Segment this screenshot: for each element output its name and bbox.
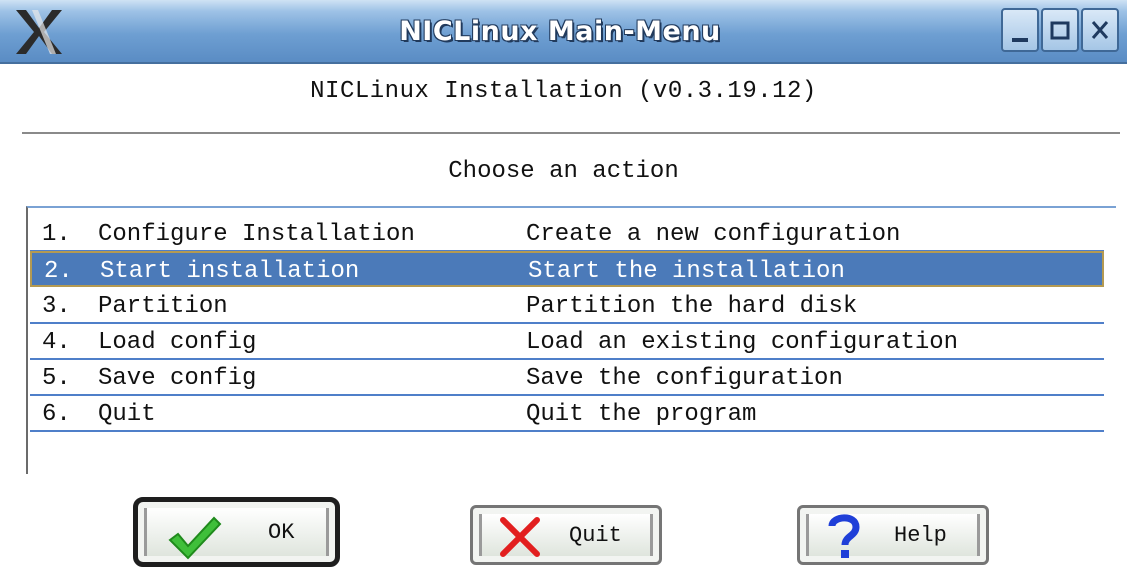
maximize-icon: [1050, 21, 1070, 40]
menu-item-description: Load an existing configuration: [526, 329, 959, 356]
menu-item-description: Save the configuration: [526, 365, 843, 392]
menu-item-number: 6.: [42, 401, 71, 428]
menu-item-quit[interactable]: 6. Quit Quit the program: [30, 396, 1104, 432]
menu-item-description: Partition the hard disk: [526, 293, 858, 320]
menu-item-save-config[interactable]: 5. Save config Save the configuration: [30, 360, 1104, 396]
menu-item-number: 1.: [42, 221, 71, 248]
menu-item-configure-installation[interactable]: 1. Configure Installation Create a new c…: [30, 216, 1104, 252]
quit-label: Quit: [569, 523, 622, 548]
window-title: NICLinux Main-Menu: [399, 16, 721, 47]
menu-item-number: 3.: [42, 293, 71, 320]
ok-label: OK: [268, 520, 295, 545]
checkmark-icon: [168, 516, 222, 560]
help-label: Help: [894, 523, 947, 548]
help-button[interactable]: Help: [797, 505, 989, 565]
menu-item-description: Create a new configuration: [526, 221, 901, 248]
menu-item-name: Quit: [98, 401, 156, 428]
close-button[interactable]: [1081, 8, 1119, 52]
menu-item-partition[interactable]: 3. Partition Partition the hard disk: [30, 288, 1104, 324]
menu-item-number: 2.: [44, 258, 73, 285]
minimize-icon: [1012, 38, 1028, 42]
menu-item-name: Partition: [98, 293, 228, 320]
red-x-icon: [500, 517, 540, 557]
menu-item-name: Load config: [98, 329, 257, 356]
window-title-bar[interactable]: NICLinux Main-Menu: [0, 0, 1127, 64]
quit-button[interactable]: Quit: [470, 505, 662, 565]
menu-item-name: Start installation: [100, 258, 360, 285]
close-icon: [1091, 21, 1109, 39]
menu-item-name: Configure Installation: [98, 221, 415, 248]
installation-heading: NICLinux Installation (v0.3.19.12): [310, 78, 817, 105]
menu-item-number: 5.: [42, 365, 71, 392]
menu-item-description: Quit the program: [526, 401, 757, 428]
menu-item-start-installation[interactable]: 2. Start installation Start the installa…: [30, 251, 1104, 287]
x-window-logo-icon: [16, 10, 62, 54]
choose-action-prompt: Choose an action: [448, 158, 679, 185]
menu-item-number: 4.: [42, 329, 71, 356]
divider: [22, 132, 1120, 134]
menu-item-load-config[interactable]: 4. Load config Load an existing configur…: [30, 324, 1104, 360]
menu-item-name: Save config: [98, 365, 257, 392]
minimize-button[interactable]: [1001, 8, 1039, 52]
ok-button[interactable]: OK: [133, 497, 340, 567]
maximize-button[interactable]: [1041, 8, 1079, 52]
question-mark-icon: [828, 514, 860, 558]
menu-item-description: Start the installation: [528, 258, 845, 285]
